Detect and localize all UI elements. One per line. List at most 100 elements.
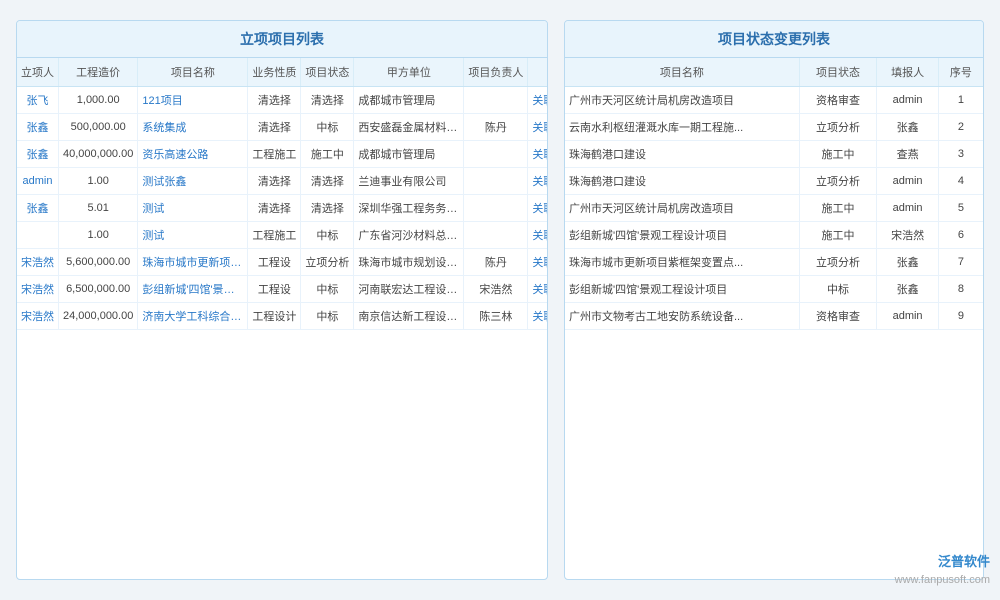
cell-client: 河南联宏达工程设计有限公司 <box>354 276 464 303</box>
cell-biz: 工程设 <box>248 249 301 276</box>
cell-name[interactable]: 系统集成 <box>138 114 248 141</box>
cell-client: 珠海市城市规划设计院 <box>354 249 464 276</box>
cell-name[interactable]: 测试 <box>138 195 248 222</box>
table-row: 宋浩然 5,600,000.00 珠海市城市更新项目紫框... 工程设 立项分析… <box>17 249 547 276</box>
cell-action[interactable]: 关联详情 <box>528 249 547 276</box>
cell-price: 1.00 <box>59 168 138 195</box>
rcell-seq: 4 <box>938 168 983 195</box>
cell-biz: 工程设计 <box>248 303 301 330</box>
cell-action[interactable]: 关联详情 <box>528 195 547 222</box>
table-row: 张鑫 5.01 测试 清选择 清选择 深圳华强工程务务公司担由 关联详情 <box>17 195 547 222</box>
cell-action[interactable]: 关联详情 <box>528 222 547 249</box>
table-row: 宋浩然 24,000,000.00 济南大学工科综合楼建设... 工程设计 中标… <box>17 303 547 330</box>
cell-action[interactable]: 关联详情 <box>528 276 547 303</box>
cell-status: 中标 <box>301 276 354 303</box>
cell-action[interactable]: 关联详情 <box>528 168 547 195</box>
rcell-status: 施工中 <box>799 141 877 168</box>
cell-person[interactable]: admin <box>17 168 59 195</box>
cell-name[interactable]: 珠海市城市更新项目紫框... <box>138 249 248 276</box>
col-biz: 业务性质 <box>248 58 301 87</box>
cell-person[interactable]: 宋浩然 <box>17 303 59 330</box>
cell-person[interactable]: 张鑫 <box>17 141 59 168</box>
cell-name[interactable]: 彭组新城'四馆'景观工程... <box>138 276 248 303</box>
right-table-wrap: 项目名称 项目状态 填报人 序号 广州市天河区统计局机房改造项目 资格审查 ad… <box>565 58 983 330</box>
table-row: 云南水利枢纽灌溉水库一期工程施... 立项分析 张鑫 2 <box>565 114 983 141</box>
cell-price: 6,500,000.00 <box>59 276 138 303</box>
cell-client: 成都城市管理局 <box>354 141 464 168</box>
cell-person[interactable]: 张鑫 <box>17 195 59 222</box>
table-row: admin 1.00 测试张鑫 清选择 清选择 兰迪事业有限公司 关联详情 <box>17 168 547 195</box>
brand-url: www.fanpusoft.com <box>895 574 990 586</box>
cell-manager <box>464 222 528 249</box>
cell-biz: 清选择 <box>248 168 301 195</box>
cell-client: 深圳华强工程务务公司担由 <box>354 195 464 222</box>
cell-name[interactable]: 测试张鑫 <box>138 168 248 195</box>
table-row: 珠海市城市更新项目紫框架变置点... 立项分析 张鑫 7 <box>565 249 983 276</box>
table-row: 宋浩然 6,500,000.00 彭组新城'四馆'景观工程... 工程设 中标 … <box>17 276 547 303</box>
cell-name[interactable]: 资乐高速公路 <box>138 141 248 168</box>
rcell-reporter: 查燕 <box>877 141 938 168</box>
right-table: 项目名称 项目状态 填报人 序号 广州市天河区统计局机房改造项目 资格审查 ad… <box>565 58 983 330</box>
cell-person[interactable]: 宋浩然 <box>17 249 59 276</box>
rcell-name: 珠海市城市更新项目紫框架变置点... <box>565 249 799 276</box>
cell-manager: 宋浩然 <box>464 276 528 303</box>
right-panel: 项目状态变更列表 项目名称 项目状态 填报人 序号 广州市天河区统计局机房改造项… <box>564 20 984 580</box>
rcell-name: 彭组新城'四馆'景观工程设计项目 <box>565 276 799 303</box>
rcell-name: 广州市文物考古工地安防系统设备... <box>565 303 799 330</box>
cell-manager: 陈丹 <box>464 249 528 276</box>
table-row: 珠海鹤港口建设 立项分析 admin 4 <box>565 168 983 195</box>
cell-biz: 清选择 <box>248 87 301 114</box>
cell-manager: 陈丹 <box>464 114 528 141</box>
rcell-name: 珠海鹤港口建设 <box>565 141 799 168</box>
rcell-name: 广州市天河区统计局机房改造项目 <box>565 195 799 222</box>
cell-status: 清选择 <box>301 168 354 195</box>
cell-price: 40,000,000.00 <box>59 141 138 168</box>
cell-manager <box>464 168 528 195</box>
col-client: 甲方单位 <box>354 58 464 87</box>
rcell-name: 云南水利枢纽灌溉水库一期工程施... <box>565 114 799 141</box>
cell-manager <box>464 87 528 114</box>
rcol-status: 项目状态 <box>799 58 877 87</box>
cell-name[interactable]: 济南大学工科综合楼建设... <box>138 303 248 330</box>
cell-price: 24,000,000.00 <box>59 303 138 330</box>
rcell-reporter: 宋浩然 <box>877 222 938 249</box>
cell-manager: 陈三林 <box>464 303 528 330</box>
cell-action[interactable]: 关联详情 <box>528 87 547 114</box>
right-table-header-row: 项目名称 项目状态 填报人 序号 <box>565 58 983 87</box>
cell-biz: 工程施工 <box>248 222 301 249</box>
table-row: 广州市文物考古工地安防系统设备... 资格审查 admin 9 <box>565 303 983 330</box>
cell-biz: 工程施工 <box>248 141 301 168</box>
cell-person[interactable]: 张飞 <box>17 87 59 114</box>
cell-manager <box>464 141 528 168</box>
cell-status: 清选择 <box>301 195 354 222</box>
cell-name[interactable]: 121项目 <box>138 87 248 114</box>
rcell-reporter: admin <box>877 87 938 114</box>
cell-client: 南京信达新工程设计院 <box>354 303 464 330</box>
cell-client: 兰迪事业有限公司 <box>354 168 464 195</box>
cell-action[interactable]: 关联详情 <box>528 141 547 168</box>
left-table: 立项人 工程造价 项目名称 业务性质 项目状态 甲方单位 项目负责人 张飞 1,… <box>17 58 547 330</box>
cell-manager <box>464 195 528 222</box>
cell-status: 施工中 <box>301 141 354 168</box>
rcell-seq: 5 <box>938 195 983 222</box>
cell-person[interactable] <box>17 222 59 249</box>
cell-biz: 清选择 <box>248 114 301 141</box>
cell-action[interactable]: 关联详情 <box>528 303 547 330</box>
cell-biz: 清选择 <box>248 195 301 222</box>
table-row: 彭组新城'四馆'景观工程设计项目 中标 张鑫 8 <box>565 276 983 303</box>
rcell-status: 资格审查 <box>799 87 877 114</box>
rcell-seq: 7 <box>938 249 983 276</box>
table-row: 彭组新城'四馆'景观工程设计项目 施工中 宋浩然 6 <box>565 222 983 249</box>
rcol-reporter: 填报人 <box>877 58 938 87</box>
cell-person[interactable]: 宋浩然 <box>17 276 59 303</box>
cell-person[interactable]: 张鑫 <box>17 114 59 141</box>
table-row: 广州市天河区统计局机房改造项目 施工中 admin 5 <box>565 195 983 222</box>
cell-name[interactable]: 测试 <box>138 222 248 249</box>
cell-price: 500,000.00 <box>59 114 138 141</box>
right-panel-title: 项目状态变更列表 <box>565 21 983 58</box>
col-manager: 项目负责人 <box>464 58 528 87</box>
table-row: 珠海鹤港口建设 施工中 查燕 3 <box>565 141 983 168</box>
col-name: 项目名称 <box>138 58 248 87</box>
cell-action[interactable]: 关联详情 <box>528 114 547 141</box>
cell-price: 5.01 <box>59 195 138 222</box>
